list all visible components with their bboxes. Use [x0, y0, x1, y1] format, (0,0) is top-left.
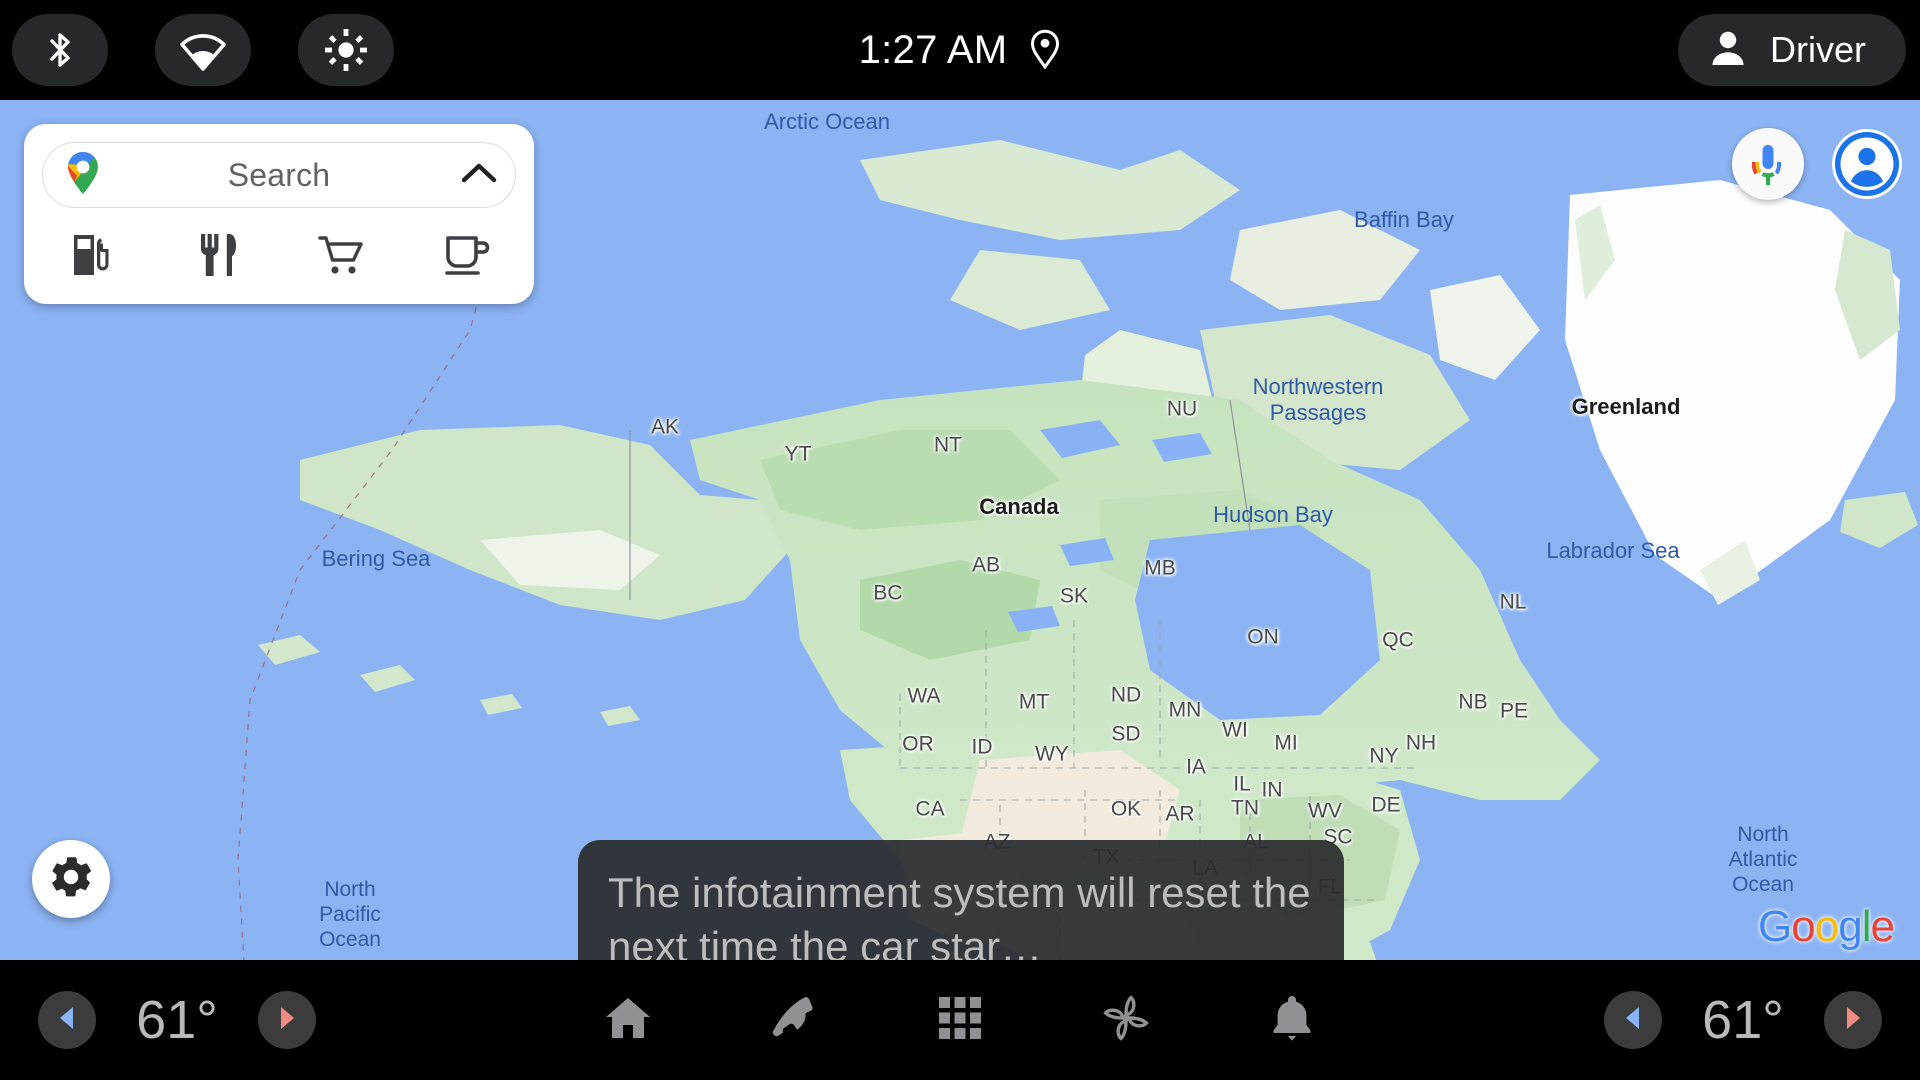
bottom-nav-bar: 61° 61°	[0, 960, 1920, 1080]
shopping-cart-icon[interactable]	[311, 228, 373, 282]
driver-profile-button[interactable]: Driver	[1678, 14, 1906, 86]
apps-grid-icon	[937, 995, 983, 1046]
triangle-right-icon	[1840, 1004, 1866, 1037]
infotainment-screen: Arctic Ocean Baffin Bay Greenland Northwest…	[0, 0, 1920, 1080]
passenger-climate-control: 61°	[1604, 960, 1882, 1080]
toast-message: The infotainment system will reset the n…	[608, 869, 1311, 960]
nav-climate-button[interactable]	[1088, 982, 1164, 1058]
bell-icon	[1270, 994, 1314, 1047]
nav-apps-button[interactable]	[922, 982, 998, 1058]
passenger-temp-increase-button[interactable]	[1824, 991, 1882, 1049]
nav-home-button[interactable]	[590, 982, 666, 1058]
phone-icon	[771, 995, 817, 1046]
toast-notification: The infotainment system will reset the n…	[578, 840, 1344, 960]
maps-search-card[interactable]: Search	[24, 124, 534, 304]
account-circle-icon[interactable]	[1830, 127, 1904, 201]
location-pin-icon	[1029, 27, 1061, 74]
driver-label: Driver	[1770, 29, 1866, 70]
google-logo: Google	[1758, 902, 1895, 951]
map-settings-button[interactable]	[32, 840, 110, 918]
fan-icon	[1101, 993, 1151, 1048]
clock-group: 1:27 AM	[0, 0, 1920, 100]
gear-icon	[50, 856, 92, 903]
search-shortcuts	[42, 208, 516, 290]
passenger-temperature-value: 61°	[1702, 990, 1784, 1050]
search-placeholder-text: Search	[227, 156, 331, 193]
search-input[interactable]: Search	[42, 142, 516, 208]
passenger-temp-decrease-button[interactable]	[1604, 991, 1662, 1049]
nav-notifications-button[interactable]	[1254, 982, 1330, 1058]
clock-text: 1:27 AM	[858, 28, 1008, 72]
coffee-cup-icon[interactable]	[436, 228, 498, 282]
person-icon	[1708, 28, 1748, 73]
chevron-up-icon[interactable]	[461, 160, 497, 191]
home-icon	[604, 995, 652, 1046]
triangle-left-icon	[1620, 1004, 1646, 1037]
nav-phone-button[interactable]	[756, 982, 832, 1058]
google-assistant-mic-icon[interactable]	[1732, 128, 1804, 200]
map-view[interactable]: Arctic Ocean Baffin Bay Greenland Northwest…	[0, 100, 1920, 960]
gas-station-icon[interactable]	[62, 228, 124, 282]
restaurant-icon[interactable]	[187, 228, 249, 282]
status-bar: 1:27 AM Driver	[0, 0, 1920, 100]
